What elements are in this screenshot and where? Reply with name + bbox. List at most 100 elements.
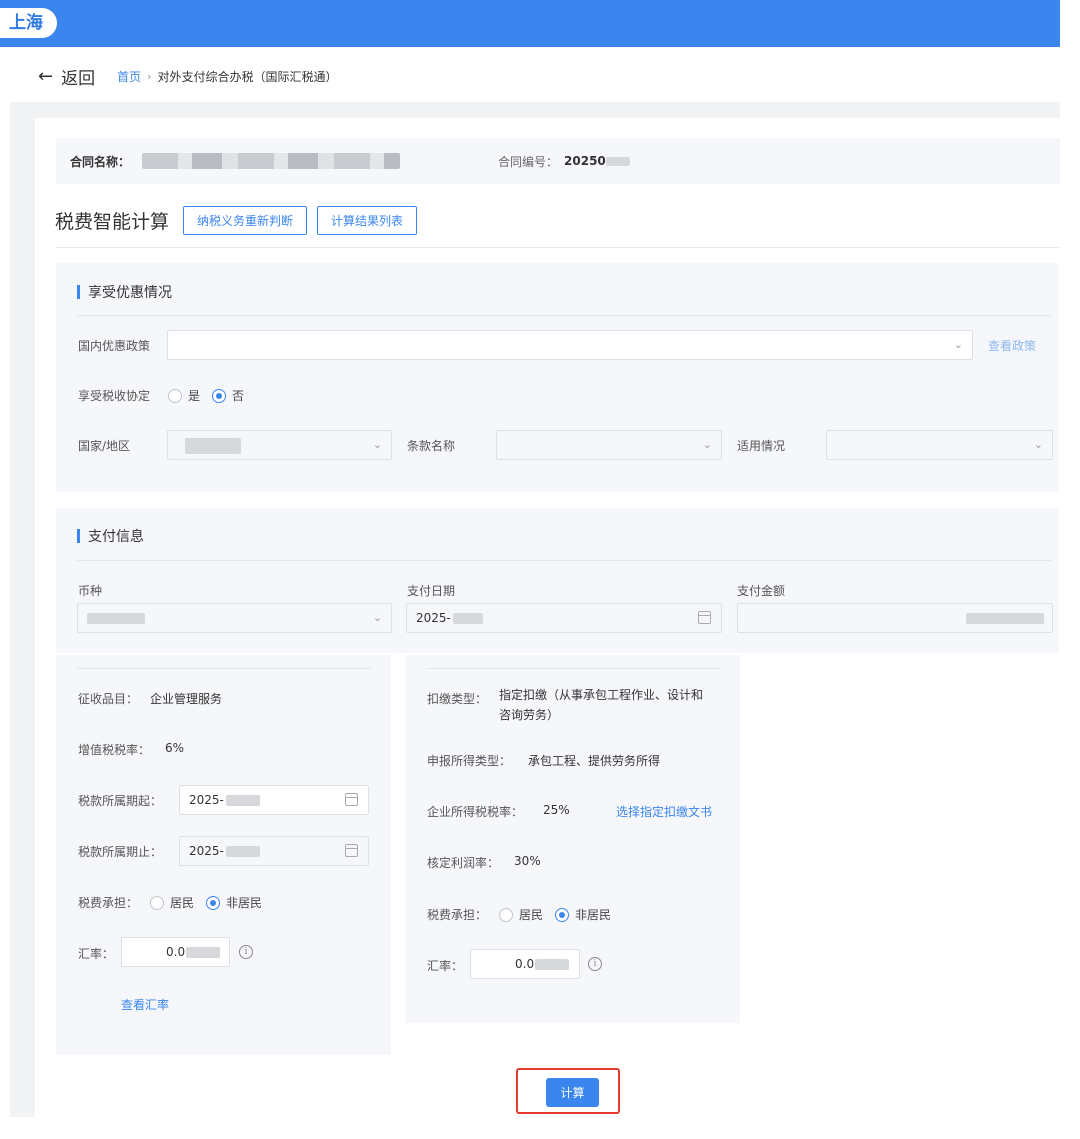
contract-name-label: 合同名称： (70, 154, 131, 169)
chevron-down-icon: ⌄ (1033, 438, 1043, 451)
rate-redacted (535, 959, 570, 970)
resident-label: 居民 (519, 908, 544, 922)
treaty-no-label: 否 (232, 389, 245, 403)
withholding-type-label: 扣缴类型： (427, 692, 488, 706)
exchange-rate-value: 0.0 (515, 957, 535, 971)
chevron-down-icon: ⌄ (372, 611, 382, 624)
contract-number-label: 合同编号： (498, 154, 559, 169)
resident-label: 居民 (170, 896, 195, 910)
breadcrumb-separator: › (147, 69, 152, 83)
chevron-down-icon: ⌄ (372, 438, 382, 451)
page-title: 税费智能计算 (55, 211, 170, 233)
clause-select[interactable]: ⌄ (496, 430, 722, 460)
info-icon[interactable]: i (588, 957, 602, 971)
exchange-rate-input[interactable]: 0.0 (470, 949, 580, 979)
treaty-no-radio[interactable] (212, 388, 227, 403)
tax-bearer-radio-group: 居民 非居民 (499, 906, 623, 923)
payment-date-label: 支付日期 (407, 584, 456, 598)
treaty-label: 享受税收协定 (78, 389, 151, 403)
country-select[interactable]: ⌄ (167, 430, 392, 460)
back-link[interactable]: 返回 (61, 64, 95, 89)
view-policy-link[interactable]: 查看政策 (988, 337, 1036, 354)
applicable-select[interactable]: ⌄ (826, 430, 1053, 460)
clause-label: 条款名称 (407, 439, 456, 453)
chevron-down-icon: ⌄ (702, 438, 712, 451)
period-start-input[interactable]: 2025- (179, 785, 369, 815)
period-end-redacted (225, 846, 260, 857)
period-end-value: 2025- (189, 844, 224, 858)
exchange-rate-value: 0.0 (166, 945, 186, 959)
divider (55, 247, 1059, 248)
resident-radio[interactable] (150, 895, 164, 910)
payment-amount-label: 支付金额 (737, 584, 786, 598)
cit-rate-value: 25% (543, 803, 570, 817)
payment-section-title: 支付信息 (77, 526, 144, 546)
currency-redacted (87, 613, 145, 624)
calculate-button[interactable]: 计算 (546, 1078, 599, 1107)
exchange-rate-input[interactable]: 0.0 (121, 937, 230, 967)
period-end-label: 税款所属期止： (78, 845, 163, 859)
calendar-icon (345, 793, 358, 806)
applicable-label: 适用情况 (737, 439, 786, 453)
section-divider (77, 315, 1052, 316)
section-accent-bar (77, 285, 80, 299)
section-title-text: 享受优惠情况 (88, 285, 172, 301)
resident-radio[interactable] (499, 907, 513, 922)
breadcrumb-current: 对外支付综合办税（国际汇税通） (157, 69, 338, 84)
currency-select[interactable]: ⌄ (77, 603, 392, 633)
date-redacted (452, 613, 483, 624)
arrow-left-icon[interactable]: ← (38, 66, 53, 87)
city-selector[interactable]: 上海 (0, 8, 57, 38)
country-redacted (185, 437, 241, 454)
non-resident-label: 非居民 (226, 896, 263, 910)
treaty-radio-group: 是 否 (168, 387, 256, 404)
non-resident-radio[interactable] (206, 895, 221, 910)
section-divider (77, 560, 1052, 561)
period-start-redacted (225, 795, 260, 806)
withholding-type-value-line1: 指定扣缴（从事承包工程作业、设计和 (499, 688, 704, 702)
view-rate-link[interactable]: 查看汇率 (121, 996, 169, 1013)
divider (426, 668, 720, 669)
non-resident-radio[interactable] (555, 907, 570, 922)
vat-rate-label: 增值税税率： (78, 743, 151, 757)
vat-rate-value: 6% (165, 741, 185, 755)
contract-name-redacted (142, 153, 401, 169)
section-accent-bar (77, 529, 80, 543)
treaty-yes-radio[interactable] (168, 388, 182, 403)
result-list-button[interactable]: 计算结果列表 (317, 206, 418, 235)
payment-date-value: 2025- (416, 611, 451, 625)
withholding-type-value-line2: 咨询劳务） (499, 708, 560, 722)
period-start-value: 2025- (189, 793, 224, 807)
section-title-text: 支付信息 (88, 529, 144, 545)
income-type-value: 承包工程、提供劳务所得 (528, 754, 661, 768)
country-label: 国家/地区 (78, 439, 131, 453)
contract-info-bar: 合同名称： 合同编号： 20250 (56, 138, 1060, 184)
tax-bearer-label: 税费承担： (78, 896, 139, 910)
breadcrumb: ← 返回 首页 › 对外支付综合办税（国际汇税通） (38, 64, 338, 89)
period-end-input[interactable]: 2025- (179, 836, 369, 866)
domestic-policy-select[interactable]: ⌄ (167, 330, 973, 360)
tax-bearer-radio-group: 居民 非居民 (150, 894, 274, 911)
contract-number-value: 20250 (564, 154, 630, 168)
payment-amount-input[interactable] (737, 603, 1053, 633)
profit-rate-label: 核定利润率： (427, 856, 500, 870)
tax-bearer-label: 税费承担： (427, 908, 488, 922)
preferential-section-title: 享受优惠情况 (77, 282, 172, 302)
divider (77, 668, 371, 669)
breadcrumb-home[interactable]: 首页 (117, 68, 141, 85)
treaty-yes-label: 是 (188, 389, 201, 403)
calc-header: 税费智能计算 纳税义务重新判断 计算结果列表 (55, 206, 427, 235)
period-start-label: 税款所属期起： (78, 794, 163, 808)
select-withholding-doc-link[interactable]: 选择指定扣缴文书 (616, 803, 712, 820)
top-header-bar: 上海 (0, 0, 1060, 47)
levy-item-label: 征收品目： (78, 692, 139, 706)
payment-date-input[interactable]: 2025- (406, 603, 722, 633)
exchange-rate-label: 汇率： (78, 947, 115, 961)
info-icon[interactable]: i (239, 945, 253, 959)
exchange-rate-label: 汇率： (427, 959, 464, 973)
amount-redacted (966, 613, 1044, 624)
profit-rate-value: 30% (514, 854, 541, 868)
redetermine-button[interactable]: 纳税义务重新判断 (183, 206, 308, 235)
domestic-policy-label: 国内优惠政策 (78, 339, 151, 353)
levy-item-value: 企业管理服务 (150, 692, 223, 706)
